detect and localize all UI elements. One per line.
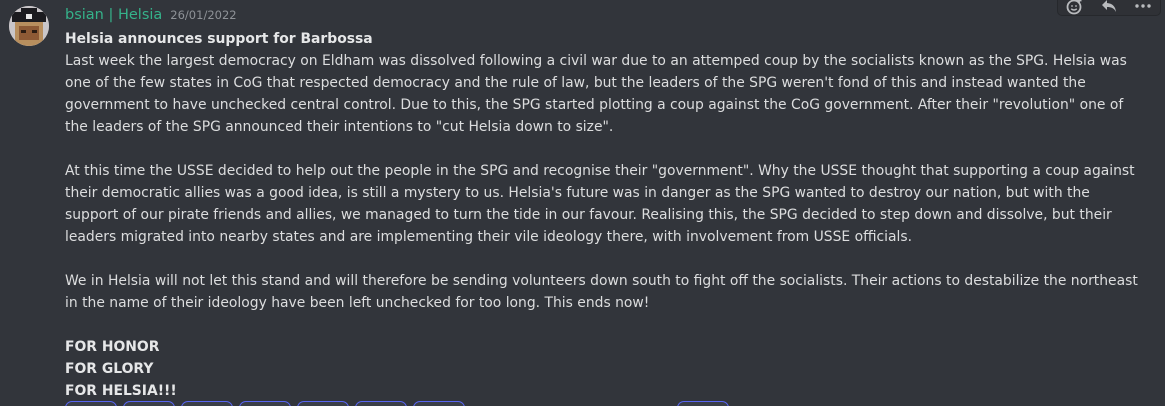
closing-line: FOR HONOR: [65, 339, 160, 355]
reaction-button[interactable]: [123, 401, 175, 406]
reply-icon: [1102, 0, 1116, 12]
reaction-spacer: [471, 401, 671, 406]
paragraph: Last week the largest democracy on Eldha…: [65, 53, 1127, 135]
closing-line: FOR GLORY: [65, 361, 154, 377]
add-reaction-icon: [1066, 0, 1082, 15]
paragraph: We in Helsia will not let this stand and…: [65, 273, 1138, 311]
reaction-button[interactable]: [181, 401, 233, 406]
reaction-button[interactable]: [677, 401, 729, 406]
reaction-bar: [65, 401, 735, 406]
timestamp: 26/01/2022: [170, 8, 237, 22]
message-content: Helsia announces support for Barbossa La…: [65, 28, 1145, 402]
reaction-button[interactable]: [65, 401, 117, 406]
closing-line: FOR HELSIA!!!: [65, 383, 177, 399]
avatar[interactable]: [9, 6, 49, 46]
reaction-button[interactable]: [239, 401, 291, 406]
message-header: bsian | Helsia 26/01/2022: [65, 7, 237, 27]
more-options-icon: [1135, 4, 1151, 8]
chat-message: bsian | Helsia 26/01/2022 Helsia announc…: [0, 0, 1165, 406]
message-toolbar: [1057, 0, 1161, 16]
pirate-avatar-icon: [9, 6, 49, 46]
more-options-button[interactable]: [1130, 0, 1156, 16]
paragraph: At this time the USSE decided to help ou…: [65, 163, 1135, 245]
username[interactable]: bsian | Helsia: [65, 7, 162, 23]
reply-button[interactable]: [1096, 0, 1122, 16]
reaction-button[interactable]: [297, 401, 349, 406]
add-reaction-button[interactable]: [1062, 0, 1088, 16]
reaction-button[interactable]: [413, 401, 465, 406]
reaction-button[interactable]: [355, 401, 407, 406]
announcement-title: Helsia announces support for Barbossa: [65, 31, 373, 47]
